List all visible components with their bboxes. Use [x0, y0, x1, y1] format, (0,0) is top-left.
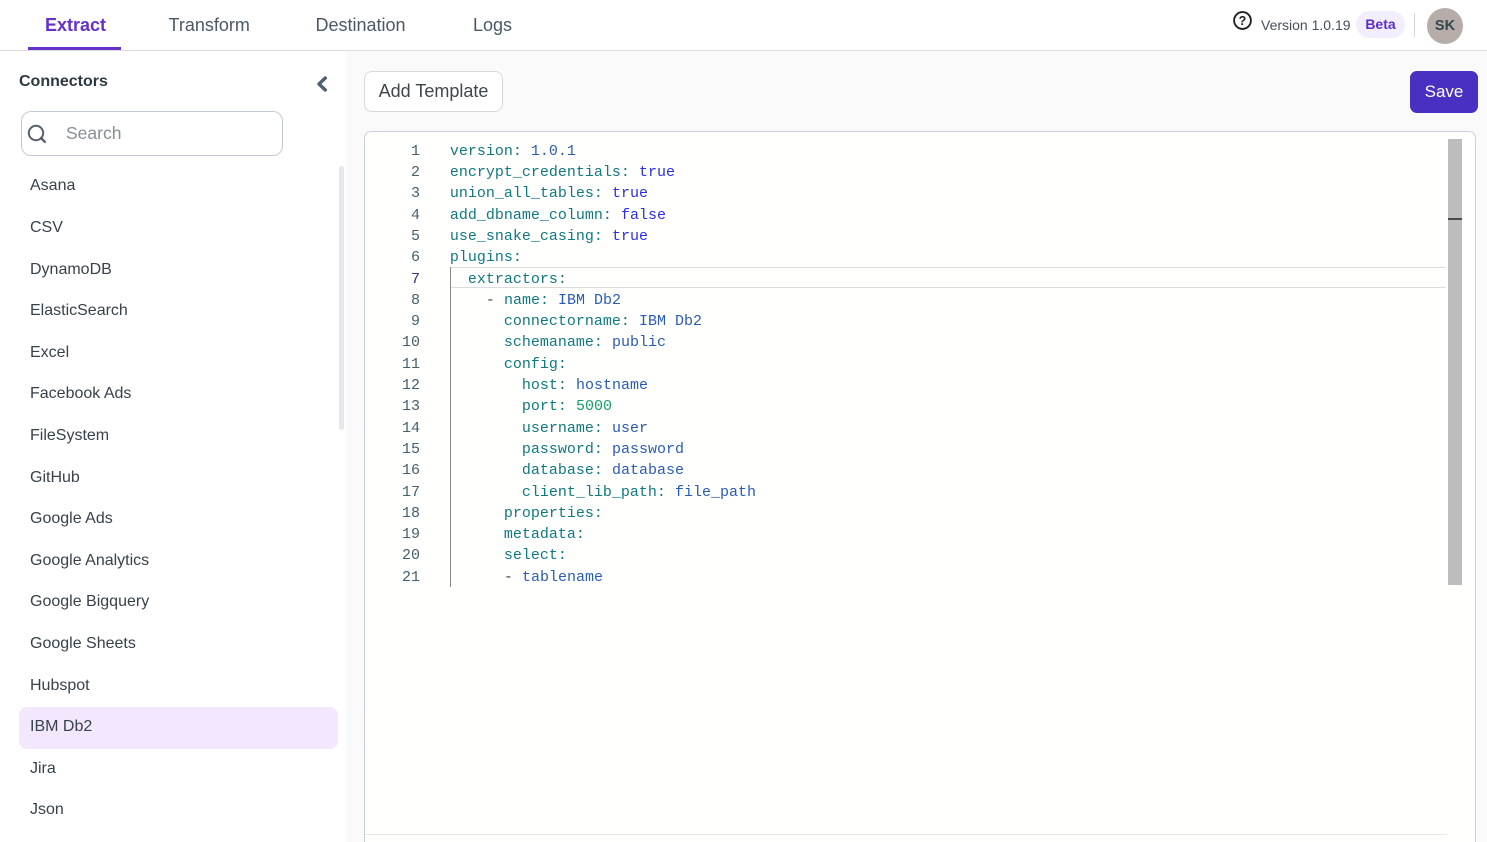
- svg-text:?: ?: [1238, 14, 1246, 28]
